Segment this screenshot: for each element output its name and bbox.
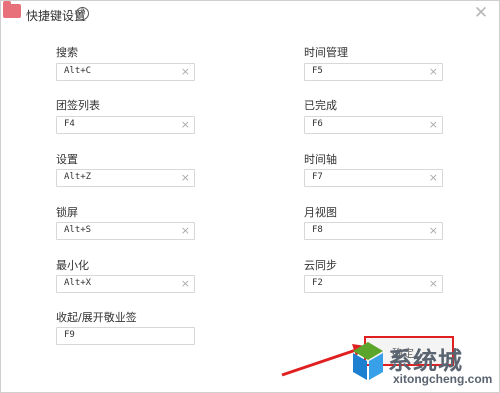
shortcut-input-cloud-sync[interactable]: F2 × (304, 275, 443, 293)
shortcut-input-timeline[interactable]: F7 × (304, 169, 443, 187)
clear-icon[interactable]: × (429, 171, 438, 184)
app-logo-icon (3, 1, 21, 18)
help-icon[interactable]: ? (76, 7, 89, 20)
label-search: 搜索 (56, 46, 78, 59)
clear-icon[interactable]: × (181, 224, 190, 237)
shortcut-input-completed[interactable]: F6 × (304, 116, 443, 134)
clear-icon[interactable]: × (181, 118, 190, 131)
label-lock-screen: 锁屏 (56, 206, 78, 219)
shortcut-value: F7 (312, 172, 323, 182)
shortcut-settings-dialog: 快捷键设置 ? ✕ 搜索 Alt+C × 团签列表 F4 × 设置 Alt+Z … (0, 0, 500, 393)
shortcut-input-search[interactable]: Alt+C × (56, 63, 195, 81)
shortcut-value: Alt+X (64, 278, 92, 288)
clear-icon[interactable]: × (181, 65, 190, 78)
shortcut-input-month-view[interactable]: F8 × (304, 222, 443, 240)
close-icon[interactable]: ✕ (472, 4, 490, 22)
label-collapse-expand: 收起/展开敬业签 (56, 311, 137, 324)
shortcut-input-team-list[interactable]: F4 × (56, 116, 195, 134)
shortcut-input-settings[interactable]: Alt+Z × (56, 169, 195, 187)
label-time-management: 时间管理 (304, 46, 348, 59)
shortcut-input-minimize[interactable]: Alt+X × (56, 275, 195, 293)
shortcut-value: Alt+S (64, 225, 92, 235)
clear-icon[interactable]: × (429, 277, 438, 290)
clear-icon[interactable]: × (181, 171, 190, 184)
shortcut-input-lock-screen[interactable]: Alt+S × (56, 222, 195, 240)
clear-icon[interactable]: × (181, 277, 190, 290)
label-cloud-sync: 云同步 (304, 259, 337, 272)
shortcut-value: Alt+Z (64, 172, 92, 182)
label-month-view: 月视图 (304, 206, 337, 219)
label-minimize: 最小化 (56, 259, 89, 272)
watermark-url: xitongcheng.com (393, 372, 493, 386)
label-completed: 已完成 (304, 99, 337, 112)
label-settings: 设置 (56, 153, 78, 166)
shortcut-value: Alt+C (64, 66, 92, 76)
clear-icon[interactable]: × (429, 118, 438, 131)
shortcut-value: F6 (312, 119, 323, 129)
shortcut-value: F5 (312, 66, 323, 76)
shortcut-input-time-management[interactable]: F5 × (304, 63, 443, 81)
shortcut-value: F4 (64, 119, 75, 129)
label-team-list: 团签列表 (56, 99, 100, 112)
shortcut-value: F9 (64, 330, 75, 340)
watermark-text: 系统城 (388, 347, 463, 375)
watermark-logo-icon (353, 342, 383, 380)
shortcut-input-collapse-expand[interactable]: F9 (56, 327, 195, 345)
title-bar: 快捷键设置 ? ✕ (1, 1, 499, 31)
shortcut-value: F2 (312, 278, 323, 288)
clear-icon[interactable]: × (429, 224, 438, 237)
label-timeline: 时间轴 (304, 153, 337, 166)
shortcut-value: F8 (312, 225, 323, 235)
clear-icon[interactable]: × (429, 65, 438, 78)
